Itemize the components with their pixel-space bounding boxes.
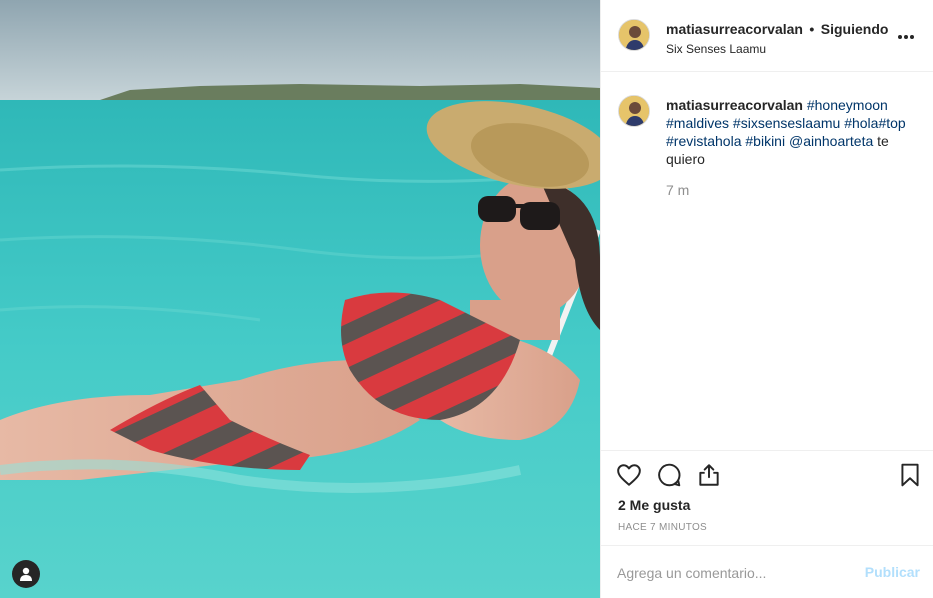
more-horizontal-icon[interactable] — [898, 26, 920, 40]
bookmark-icon[interactable] — [897, 462, 923, 488]
caption-username-link[interactable]: matiasurreacorvalan — [666, 97, 803, 113]
header-text: matiasurreacorvalan • Siguiendo Six Sens… — [666, 21, 888, 56]
heart-icon[interactable] — [616, 462, 642, 488]
post-time-ago[interactable]: HACE 7 MINUTOS — [618, 522, 707, 533]
comment-icon[interactable] — [656, 462, 682, 488]
separator-dot: • — [809, 21, 815, 37]
comment-input[interactable] — [617, 563, 837, 583]
location-link[interactable]: Six Senses Laamu — [666, 42, 888, 56]
hashtag-link[interactable]: #honeymoon — [807, 97, 888, 113]
caption-text: matiasurreacorvalan #honeymoon #maldives… — [666, 96, 921, 168]
hashtag-link[interactable]: #hola — [844, 115, 878, 131]
hashtag-link[interactable]: #bikini — [745, 133, 785, 149]
post-details-panel: matiasurreacorvalan • Siguiendo Six Sens… — [600, 0, 933, 598]
post-photo[interactable] — [0, 0, 600, 598]
avatar[interactable] — [618, 19, 650, 51]
post-header: matiasurreacorvalan • Siguiendo Six Sens… — [601, 0, 933, 72]
avatar[interactable] — [618, 95, 650, 127]
hashtag-link[interactable]: #sixsenseslaamu — [733, 115, 840, 131]
likes-count[interactable]: 2 Me gusta — [618, 497, 690, 513]
mention-link[interactable]: @ainhoarteta — [789, 133, 873, 149]
beach-photo-illustration — [0, 0, 600, 598]
hashtag-link[interactable]: #revistahola — [666, 133, 742, 149]
user-tags-icon[interactable] — [12, 560, 40, 588]
username-link[interactable]: matiasurreacorvalan — [666, 21, 803, 37]
share-icon[interactable] — [696, 462, 722, 488]
comment-bar: Publicar — [601, 545, 933, 598]
caption-timestamp[interactable]: 7 m — [666, 182, 689, 198]
hashtag-link[interactable]: #maldives — [666, 115, 729, 131]
publish-button[interactable]: Publicar — [865, 564, 920, 580]
hashtag-link[interactable]: #top — [878, 115, 905, 131]
following-button[interactable]: Siguiendo — [821, 21, 889, 37]
action-bar — [601, 450, 933, 498]
